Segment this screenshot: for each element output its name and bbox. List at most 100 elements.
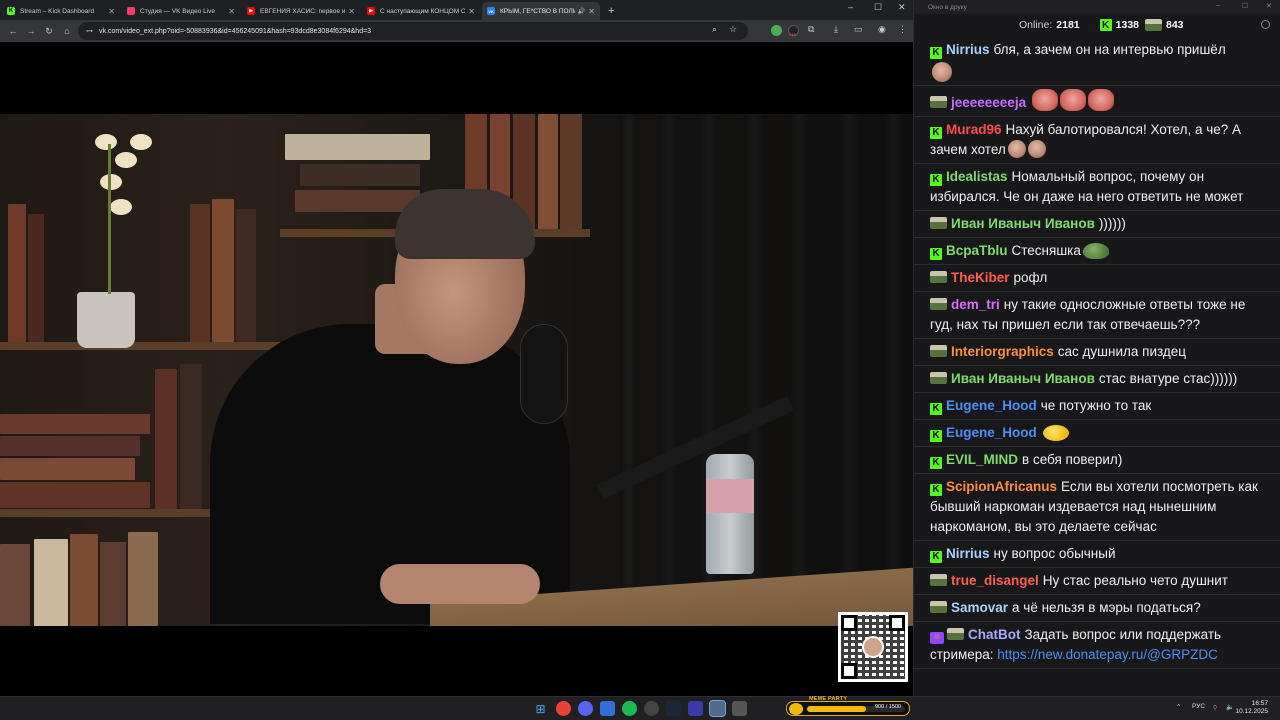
chat-username[interactable]: Eugene_Hood (946, 425, 1037, 440)
network-icon[interactable]: ⌔ (1212, 703, 1218, 712)
bookmark-star-icon[interactable]: ☆ (729, 24, 737, 35)
tab-close-icon[interactable]: ✕ (348, 7, 355, 16)
kick-viewer-count: 1338 (1115, 19, 1139, 31)
app-icon[interactable] (732, 701, 747, 716)
face-emote-icon (932, 62, 952, 82)
doge-icon (789, 703, 803, 715)
tab-kick-dashboard[interactable]: K Stream – Kick Dashboard ✕ (2, 2, 120, 20)
chat-username[interactable]: ScipionAfricanus (946, 479, 1057, 494)
chat-username[interactable]: Иван Иваныч Иванов (951, 371, 1095, 386)
chat-username[interactable]: Interiorgraphics (951, 344, 1054, 359)
spotify-icon[interactable] (622, 701, 637, 716)
chat-username[interactable]: EVIL_MIND (946, 452, 1018, 467)
chat-message: K Idealistas Номальный вопрос, почему он и… (914, 164, 1280, 211)
side-panel-icon[interactable]: ▭ (854, 24, 863, 35)
home-icon[interactable]: ⌂ (58, 26, 76, 36)
kick-logo-icon: K (1099, 19, 1112, 31)
obs-icon[interactable] (644, 701, 659, 716)
tab-vk-video-active[interactable]: VK КРЫМ, ГЕ*СТВО В ПОЛИТ 🔊 ✕ (482, 2, 600, 20)
chat-close-button[interactable]: ✕ (1266, 2, 1272, 10)
chat-message: jeeeeeeeeja (914, 86, 1280, 117)
chat-app-icon[interactable] (709, 700, 726, 717)
close-button[interactable]: ✕ (898, 2, 906, 13)
clock-date: 10.12.2025 (1235, 708, 1268, 715)
menu-kebab-icon[interactable]: ⋮ (898, 24, 907, 35)
zoom-search-icon[interactable]: ⌕ (712, 24, 717, 35)
red-emote-icon (1088, 89, 1115, 111)
tab-youtube-2[interactable]: ▶ С наступающим КОНЦОМ СВ ✕ (362, 2, 480, 20)
chat-username[interactable]: Idealistas (946, 169, 1008, 184)
tab-youtube-1[interactable]: ▶ ЕВГЕНИЯ ХАСИС: первое инте ✕ (242, 2, 360, 20)
qr-finder (841, 663, 857, 679)
chat-username[interactable]: Samovar (951, 600, 1008, 615)
chat-username[interactable]: Murad96 (946, 122, 1002, 137)
windows-start-icon[interactable]: ⊞ (533, 701, 548, 716)
chat-message: true_disangel Ну стас реально чето душнит (914, 568, 1280, 595)
chat-message: K Eugene_Hood че потужно то так (914, 393, 1280, 420)
extension-green-icon[interactable] (771, 25, 782, 36)
orchid-flower (100, 174, 122, 190)
profile-avatar-icon[interactable]: ◉ (878, 24, 886, 35)
chat-message-text: сас душнила пиздец (1057, 344, 1186, 359)
chrome-icon[interactable] (556, 701, 571, 716)
chat-message: K Murad96 Нахуй балотировался! Хотел, а че… (914, 117, 1280, 164)
book (285, 134, 430, 160)
chat-message-text: )))))) (1098, 216, 1126, 231)
chat-username[interactable]: Eugene_Hood (946, 398, 1037, 413)
site-info-icon[interactable]: ⊶ (86, 27, 93, 35)
chat-username[interactable]: jeeeeeeeeja (951, 95, 1026, 110)
tab-close-icon[interactable]: ✕ (108, 7, 115, 16)
new-tab-button[interactable]: + (608, 2, 614, 20)
chat-username[interactable]: Nirrius (946, 42, 990, 57)
chat-username[interactable]: true_disangel (951, 573, 1039, 588)
vk-badge-icon (930, 372, 947, 384)
chat-username[interactable]: TheKiber (951, 270, 1010, 285)
tab-close-icon[interactable]: ✕ (588, 7, 595, 16)
tab-close-icon[interactable]: ✕ (468, 7, 475, 16)
red-emote-icon (1060, 89, 1087, 111)
online-label: Online: (1019, 19, 1053, 31)
orchid-flower (115, 152, 137, 168)
download-icon[interactable]: ⤓ (834, 24, 838, 35)
steam-icon[interactable] (666, 701, 681, 716)
url-text: vk.com/video_ext.php?oid=-50883936&id=45… (99, 27, 372, 35)
donate-link[interactable]: https://new.donatepay.ru/@GRPZDC (997, 647, 1218, 662)
chat-message: Иван Иваныч Иванов стас внатуре стас)))))… (914, 366, 1280, 393)
chat-maximize-button[interactable]: ☐ (1242, 2, 1248, 10)
extensions-puzzle-icon[interactable]: ⧉ (808, 24, 814, 35)
address-bar[interactable]: ⊶ vk.com/video_ext.php?oid=-50883936&id=… (78, 22, 748, 40)
tab-vk-studio[interactable]: Студия — VK Видео Live ✕ (122, 2, 240, 20)
kick-badge-icon: K (930, 484, 942, 496)
book (180, 364, 202, 509)
language-indicator[interactable]: РУС (1192, 703, 1205, 710)
speaker-icon[interactable]: 🔊 (578, 8, 585, 15)
kick-badge-icon: K (930, 430, 942, 442)
chat-message: dem_tri ну такие односложные ответы тоже … (914, 292, 1280, 339)
discord-icon[interactable] (578, 701, 593, 716)
volume-icon[interactable]: 🔈 (1226, 703, 1234, 711)
chat-minimize-button[interactable]: – (1216, 2, 1220, 9)
chat-username[interactable]: BcpaTblu (946, 243, 1008, 258)
chat-username[interactable]: dem_tri (951, 297, 1000, 312)
vk-viewer-count: 843 (1166, 19, 1184, 31)
chat-username[interactable]: Nirrius (946, 546, 990, 561)
tab-close-icon[interactable]: ✕ (228, 7, 235, 16)
telegram-icon[interactable] (600, 701, 615, 716)
vk-badge-icon (930, 345, 947, 357)
reload-icon[interactable]: ↻ (40, 26, 58, 37)
book (538, 114, 558, 229)
back-arrow-icon[interactable]: ← (4, 26, 22, 36)
tab-title: Студия — VK Видео Live (140, 7, 216, 15)
forward-arrow-icon[interactable]: → (22, 26, 40, 36)
face-emote-icon (1027, 140, 1046, 158)
settings-gear-icon[interactable] (1261, 20, 1270, 29)
orchid-flower (130, 134, 152, 150)
video-player[interactable] (0, 42, 913, 696)
maximize-button[interactable]: ☐ (874, 2, 882, 13)
chat-username[interactable]: Иван Иваныч Иванов (951, 216, 1095, 231)
minimize-button[interactable]: – (848, 2, 853, 12)
chat-username[interactable]: ChatBot (968, 627, 1021, 642)
media-player-icon[interactable] (688, 701, 703, 716)
system-clock[interactable]: 16:57 10.12.2025 (1235, 700, 1268, 716)
tray-chevron-icon[interactable]: ⌃ (1176, 703, 1181, 711)
